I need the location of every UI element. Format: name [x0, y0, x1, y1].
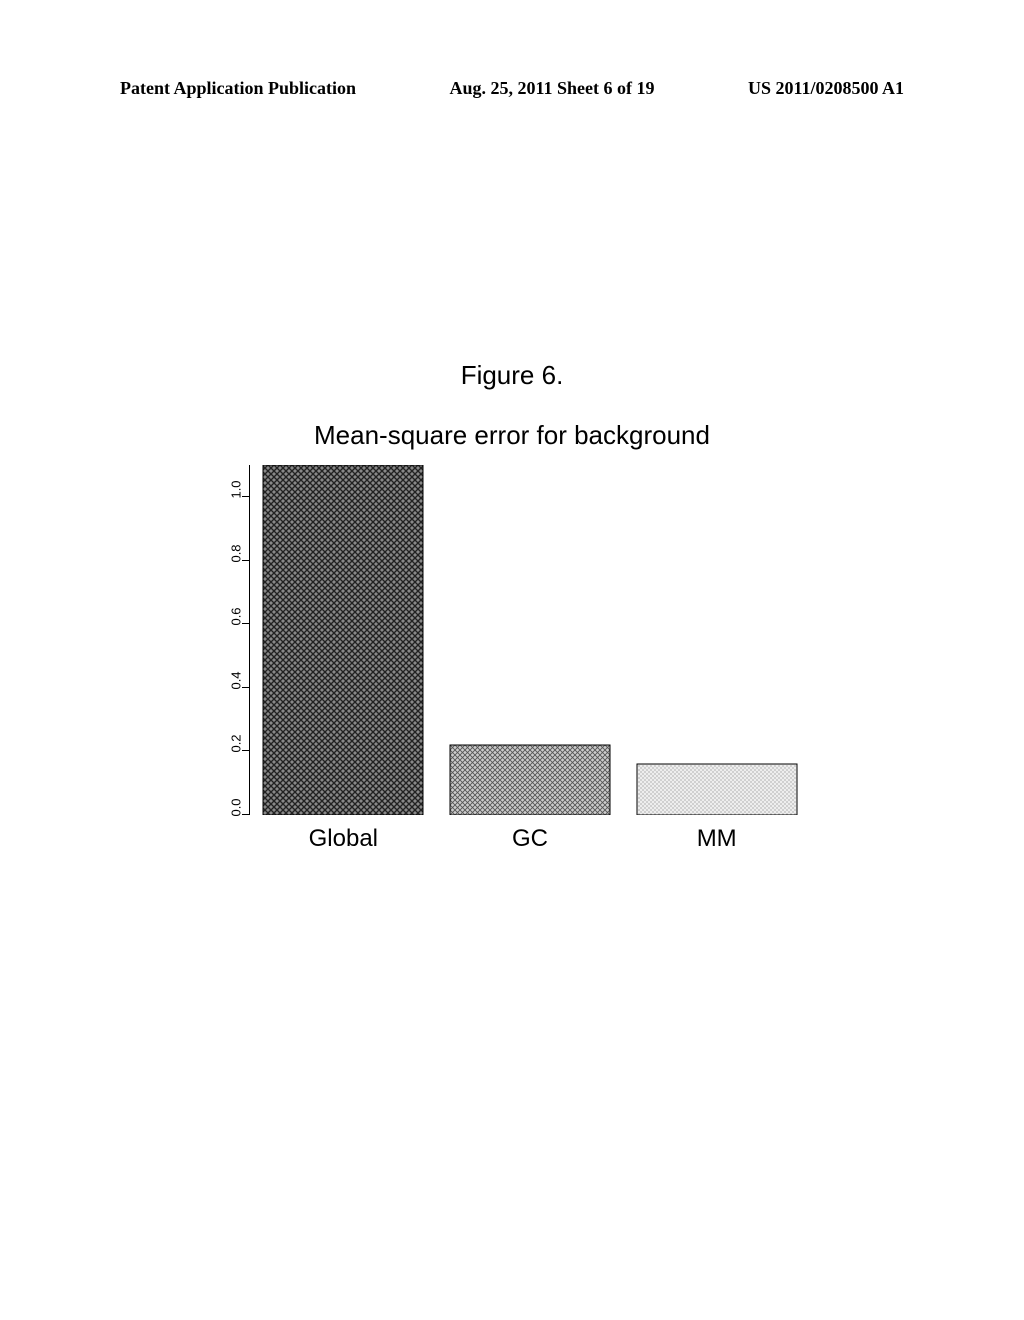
plot-area	[250, 465, 810, 815]
y-tick-label: 1.0	[229, 480, 244, 498]
header-left: Patent Application Publication	[120, 78, 356, 99]
y-tick-label: 0.8	[229, 544, 244, 562]
chart-title: Mean-square error for background	[0, 420, 1024, 451]
y-tick-label: 0.2	[229, 735, 244, 753]
y-axis: 0.0 0.2 0.4 0.6 0.8 1.0	[200, 465, 250, 815]
y-tick-label: 0.6	[229, 608, 244, 626]
bar-mm	[637, 764, 797, 815]
figure-label: Figure 6.	[0, 360, 1024, 391]
header-mid: Aug. 25, 2011 Sheet 6 of 19	[449, 78, 654, 99]
patent-header: Patent Application Publication Aug. 25, …	[0, 78, 1024, 99]
x-label: GC	[437, 815, 624, 853]
x-axis-labels: Global GC MM	[250, 815, 810, 853]
x-label: MM	[623, 815, 810, 853]
x-label: Global	[250, 815, 437, 853]
header-right: US 2011/0208500 A1	[748, 78, 904, 99]
y-tick-label: 0.4	[229, 671, 244, 689]
bar-global	[263, 465, 423, 815]
bar-gc	[450, 745, 610, 815]
bar-chart: 0.0 0.2 0.4 0.6 0.8 1.0 Global GC MM	[200, 465, 820, 853]
y-tick-label: 0.0	[229, 798, 244, 816]
